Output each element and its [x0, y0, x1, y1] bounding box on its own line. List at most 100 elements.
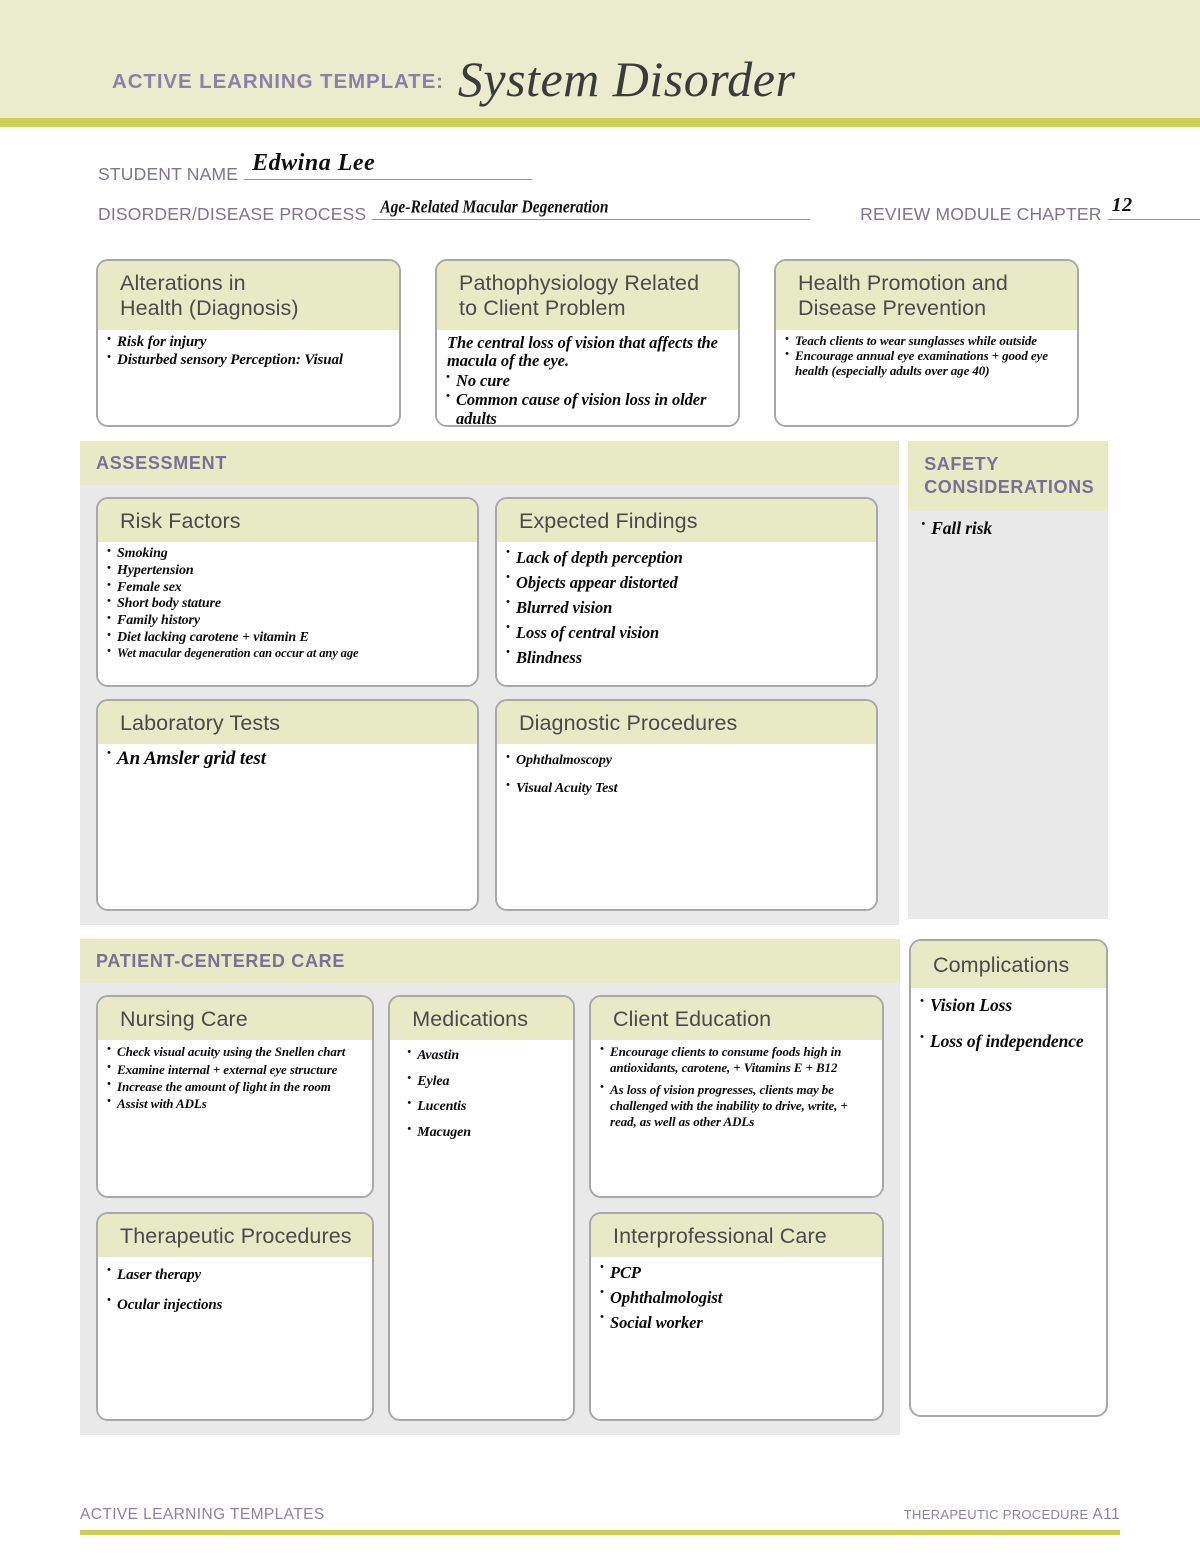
disorder-label: DISORDER/DISEASE PROCESS	[98, 204, 367, 224]
footer-brand: ACTIVE LEARNING TEMPLATES	[80, 1506, 325, 1523]
card-title: Alterations in Health (Diagnosis)	[98, 261, 399, 330]
card-content: Teach clients to wear sunglasses while o…	[776, 329, 1077, 425]
pcc-heading: PATIENT-CENTERED CARE	[80, 939, 900, 983]
card-content: The central loss of vision that affects …	[437, 329, 738, 425]
list-item: Blindness	[505, 645, 868, 670]
list-item: Loss of independence	[919, 1031, 1102, 1052]
pcc-column-right: Client Education Encourage clients to co…	[589, 995, 884, 1421]
card-title: Complications	[911, 941, 1106, 989]
assessment-top-row: Risk Factors Smoking Hypertension Female…	[80, 485, 899, 687]
safety-considerations-panel: SAFETY CONSIDERATIONS Fall risk	[908, 441, 1108, 919]
card-content: An Amsler grid test	[98, 744, 477, 909]
list-item: Ophthalmologist	[599, 1285, 874, 1310]
list-item: Visual Acuity Test	[505, 775, 868, 803]
chapter-label: REVIEW MODULE CHAPTER	[860, 204, 1102, 224]
assessment-heading: ASSESSMENT	[80, 441, 900, 485]
list-item: Assist with ADLs	[106, 1095, 364, 1112]
health-promotion-list: Teach clients to wear sunglasses while o…	[784, 333, 1069, 379]
card-title: Expected Findings	[497, 499, 876, 543]
list-item: Ocular injections	[106, 1290, 364, 1320]
list-item: No cure	[445, 371, 730, 390]
list-item: Disturbed sensory Perception: Visual	[106, 351, 391, 369]
student-name-label: STUDENT NAME	[98, 164, 239, 184]
laboratory-tests-list: An Amsler grid test	[106, 747, 469, 769]
card-content: Vision Loss Loss of independence	[911, 988, 1106, 1051]
list-item: Teach clients to wear sunglasses while o…	[784, 333, 1069, 349]
card-content: Encourage clients to consume foods high …	[591, 1040, 882, 1196]
page-title: System Disorder	[457, 51, 796, 107]
list-item: Female sex	[106, 579, 469, 596]
card-title: Therapeutic Procedures	[98, 1214, 373, 1258]
assessment-section: ASSESSMENT Risk Factors Smoking Hyperten…	[0, 427, 1200, 925]
patient-centered-care-panel: PATIENT-CENTERED CARE Nursing Care Check…	[80, 939, 900, 1435]
card-content: Ophthalmoscopy Visual Acuity Test	[497, 744, 876, 909]
list-item: Blurred vision	[505, 595, 868, 620]
card-interprofessional-care: Interprofessional Care PCP Ophthalmologi…	[589, 1212, 884, 1421]
card-content: Check visual acuity using the Snellen ch…	[98, 1040, 373, 1196]
card-client-education: Client Education Encourage clients to co…	[589, 995, 884, 1198]
list-item: Objects appear distorted	[505, 570, 868, 595]
diagnostic-procedures-list: Ophthalmoscopy Visual Acuity Test	[505, 747, 868, 803]
card-therapeutic-procedures: Therapeutic Procedures Laser therapy Ocu…	[96, 1212, 375, 1421]
card-content: Lack of depth perception Objects appear …	[497, 542, 876, 685]
list-item: The central loss of vision that affects …	[447, 332, 718, 371]
card-content: Laser therapy Ocular injections	[98, 1257, 373, 1419]
card-title: Interprofessional Care	[591, 1214, 882, 1258]
card-alterations-in-health: Alterations in Health (Diagnosis) Risk f…	[96, 259, 401, 427]
patient-centered-care-section: PATIENT-CENTERED CARE Nursing Care Check…	[0, 925, 1200, 1435]
list-item: Lucentis	[406, 1094, 565, 1120]
chapter-value: 12	[1111, 194, 1133, 216]
list-item: Diet lacking carotene + vitamin E	[106, 629, 469, 646]
list-item: Wet macular degeneration can occur at an…	[106, 645, 469, 660]
list-item: Encourage annual eye examinations + good…	[784, 348, 1069, 378]
list-item: Smoking	[106, 545, 469, 562]
list-item: Vision Loss	[919, 995, 1102, 1016]
card-risk-factors: Risk Factors Smoking Hypertension Female…	[96, 497, 479, 687]
medications-list: Avastin Eylea Lucentis Macugen	[406, 1043, 565, 1145]
pcc-column-left: Nursing Care Check visual acuity using t…	[96, 995, 375, 1421]
footer-page-number: A11	[1092, 1506, 1120, 1523]
student-name-row: STUDENT NAME Edwina Lee	[98, 150, 1200, 185]
list-item: Risk for injury	[106, 333, 391, 351]
assessment-bottom-row: Laboratory Tests An Amsler grid test Dia…	[80, 687, 899, 911]
pcc-grid: Nursing Care Check visual acuity using t…	[80, 983, 900, 1421]
list-item: Increase the amount of light in the room	[106, 1078, 364, 1095]
card-health-promotion: Health Promotion and Disease Prevention …	[774, 259, 1079, 427]
card-diagnostic-procedures: Diagnostic Procedures Ophthalmoscopy Vis…	[495, 699, 878, 911]
expected-findings-list: Lack of depth perception Objects appear …	[505, 545, 868, 670]
interprofessional-care-list: PCP Ophthalmologist Social worker	[599, 1260, 874, 1335]
card-expected-findings: Expected Findings Lack of depth percepti…	[495, 497, 878, 687]
list-item: Laser therapy	[106, 1260, 364, 1290]
footer-divider	[80, 1530, 1120, 1535]
safety-heading: SAFETY CONSIDERATIONS	[908, 441, 1108, 511]
client-education-list: Encourage clients to consume foods high …	[599, 1043, 874, 1130]
list-item: Hypertension	[106, 562, 469, 579]
safety-list: Fall risk	[920, 518, 1098, 539]
risk-factors-list: Smoking Hypertension Female sex Short bo…	[106, 545, 469, 660]
disorder-input[interactable]: Age-Related Macular Degeneration	[372, 197, 811, 220]
list-item: Eylea	[406, 1069, 565, 1095]
list-item: Lack of depth perception	[505, 545, 868, 570]
card-title: Diagnostic Procedures	[497, 701, 876, 745]
footer-category-label: THERAPEUTIC PROCEDURE	[903, 1507, 1089, 1522]
list-item: As loss of vision progresses, clients ma…	[599, 1081, 874, 1130]
student-name-input[interactable]: Edwina Lee	[244, 150, 533, 180]
list-item: Short body stature	[106, 595, 469, 612]
list-item: PCP	[599, 1260, 874, 1285]
header-divider	[0, 118, 1200, 127]
footer-category: THERAPEUTIC PROCEDURE A11	[904, 1506, 1120, 1524]
list-item: Social worker	[599, 1310, 874, 1335]
list-item: Avastin	[406, 1043, 565, 1069]
complications-list: Vision Loss Loss of independence	[919, 995, 1102, 1052]
pathophysiology-lead: The central loss of vision that affects …	[445, 332, 730, 371]
card-title: Medications	[390, 997, 574, 1041]
student-fields: STUDENT NAME Edwina Lee DISORDER/DISEASE…	[0, 127, 1200, 225]
card-title: Pathophysiology Related to Client Proble…	[437, 261, 738, 330]
card-nursing-care: Nursing Care Check visual acuity using t…	[96, 995, 375, 1198]
therapeutic-procedures-list: Laser therapy Ocular injections	[106, 1260, 364, 1320]
page-header: ACTIVE LEARNING TEMPLATE: System Disorde…	[0, 0, 1200, 118]
card-content: Smoking Hypertension Female sex Short bo…	[98, 542, 477, 685]
list-item: Common cause of vision loss in older adu…	[445, 390, 730, 425]
card-title: Nursing Care	[98, 997, 373, 1041]
chapter-input[interactable]: 12	[1107, 194, 1200, 220]
